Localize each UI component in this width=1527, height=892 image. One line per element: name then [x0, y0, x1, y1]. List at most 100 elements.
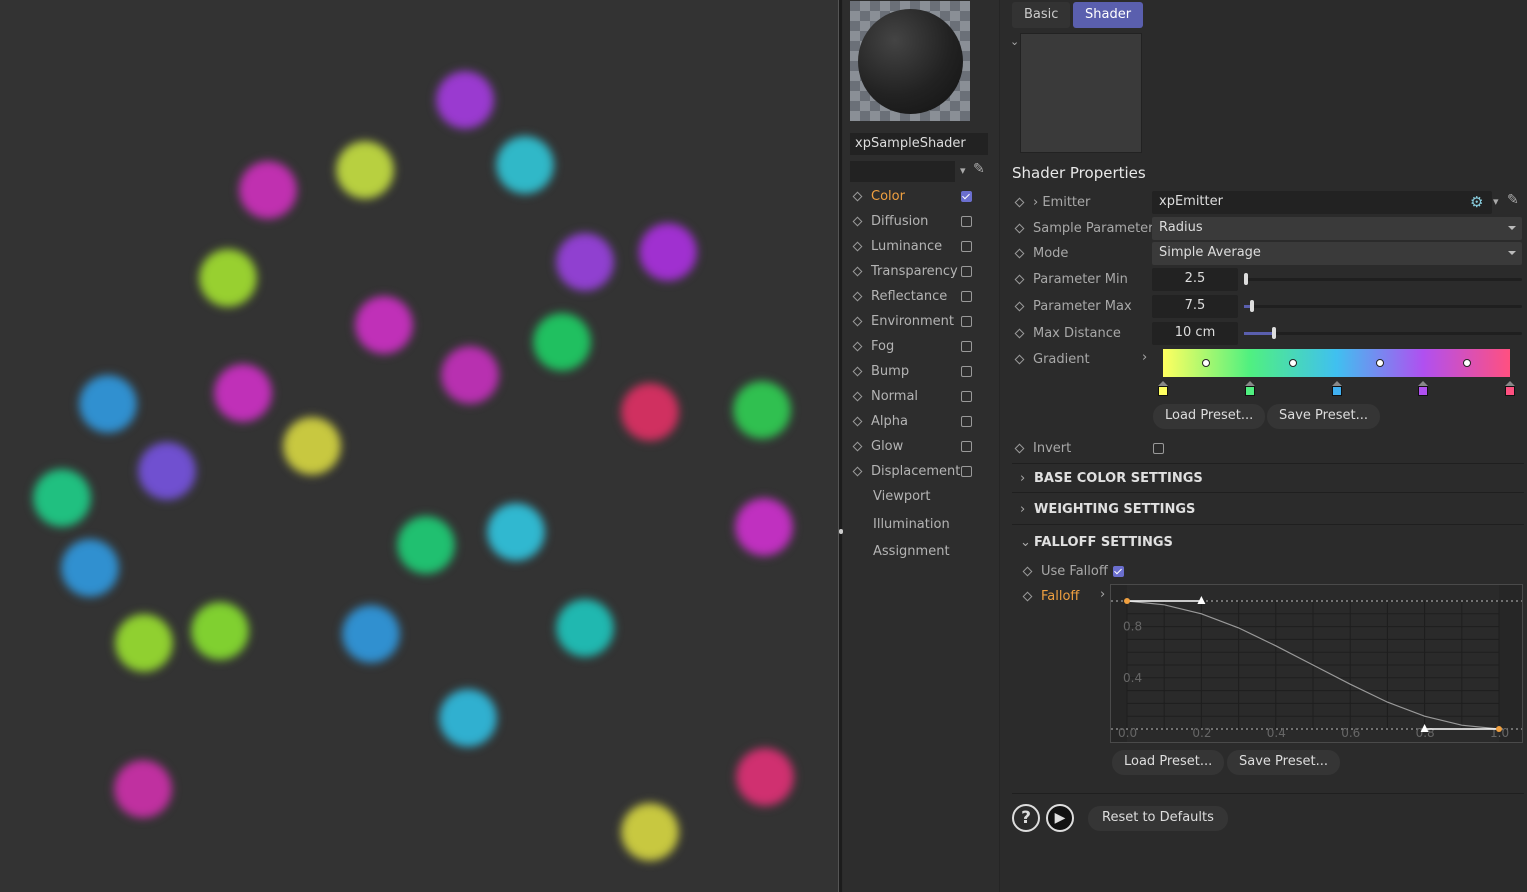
channel-label[interactable]: Displacement: [871, 464, 961, 479]
keyframe-diamond-icon[interactable]: [853, 442, 863, 452]
channel-bump[interactable]: Bump: [843, 359, 1000, 384]
reset-to-defaults-button[interactable]: Reset to Defaults: [1088, 806, 1228, 831]
keyframe-diamond-icon[interactable]: [853, 392, 863, 402]
eyedropper-icon[interactable]: ✎: [1507, 192, 1519, 208]
falloff-spline-editor[interactable]: 0.00.20.40.60.81.00.40.8: [1110, 584, 1523, 743]
channel-checkbox[interactable]: [961, 216, 972, 227]
keyframe-diamond-icon[interactable]: [1015, 197, 1025, 207]
gradient-midpoint-handle[interactable]: [1202, 359, 1210, 367]
keyframe-diamond-icon[interactable]: [853, 342, 863, 352]
channel-checkbox[interactable]: [961, 441, 972, 452]
keyframe-diamond-icon[interactable]: [853, 467, 863, 477]
weighting-settings-header[interactable]: ›WEIGHTING SETTINGS: [1012, 495, 1524, 525]
use-falloff-checkbox[interactable]: [1113, 566, 1124, 577]
keyframe-diamond-icon[interactable]: [1015, 274, 1025, 284]
gradient-knot[interactable]: [1245, 381, 1255, 395]
keyframe-diamond-icon[interactable]: [853, 192, 863, 202]
channel-glow[interactable]: Glow: [843, 434, 1000, 459]
channel-checkbox[interactable]: [961, 366, 972, 377]
keyframe-diamond-icon[interactable]: [1023, 566, 1033, 576]
keyframe-diamond-icon[interactable]: [1015, 301, 1025, 311]
keyframe-diamond-icon[interactable]: [853, 242, 863, 252]
panel-splitter[interactable]: [838, 0, 842, 892]
keyframe-diamond-icon[interactable]: [853, 292, 863, 302]
max-distance-input[interactable]: 10 cm: [1152, 322, 1238, 345]
channel-label[interactable]: Reflectance: [871, 289, 961, 304]
channel-environment[interactable]: Environment: [843, 309, 1000, 334]
keyframe-diamond-icon[interactable]: [853, 217, 863, 227]
falloff-load-preset-button[interactable]: Load Preset...: [1112, 750, 1224, 775]
channel-label[interactable]: Fog: [871, 339, 961, 354]
falloff-save-preset-button[interactable]: Save Preset...: [1227, 750, 1340, 775]
falloff-curve-chart[interactable]: 0.00.20.40.60.81.00.40.8: [1111, 585, 1522, 742]
channel-luminance[interactable]: Luminance: [843, 234, 1000, 259]
channel-checkbox[interactable]: [961, 241, 972, 252]
gradient-knot[interactable]: [1332, 381, 1342, 395]
sample-parameter-dropdown[interactable]: Radius: [1152, 217, 1522, 240]
channel-color[interactable]: Color: [843, 184, 1000, 209]
channel-alpha[interactable]: Alpha: [843, 409, 1000, 434]
gradient-bar[interactable]: [1163, 349, 1510, 377]
parameter-min-slider[interactable]: [1244, 278, 1522, 281]
keyframe-diamond-icon[interactable]: [853, 367, 863, 377]
keyframe-diamond-icon[interactable]: [1015, 443, 1025, 453]
slider-handle[interactable]: [1272, 327, 1276, 339]
chevron-down-icon[interactable]: ⌄: [1010, 35, 1019, 48]
channel-label[interactable]: Alpha: [871, 414, 961, 429]
material-name-field[interactable]: xpSampleShader: [850, 133, 988, 155]
max-distance-slider[interactable]: [1244, 332, 1522, 335]
eyedropper-icon[interactable]: ✎: [973, 161, 985, 177]
dropdown-arrow-icon[interactable]: ▾: [960, 164, 966, 177]
channel-label[interactable]: Normal: [871, 389, 961, 404]
video-tutorial-icon[interactable]: ▶: [1046, 804, 1074, 832]
tab-basic[interactable]: Basic: [1012, 2, 1070, 28]
parameter-max-slider[interactable]: [1244, 305, 1522, 308]
material-preview[interactable]: [850, 1, 970, 121]
channel-reflectance[interactable]: Reflectance: [843, 284, 1000, 309]
parameter-max-input[interactable]: 7.5: [1152, 295, 1238, 318]
channel-label[interactable]: Luminance: [871, 239, 961, 254]
invert-checkbox[interactable]: [1153, 443, 1164, 454]
channel-fog[interactable]: Fog: [843, 334, 1000, 359]
keyframe-diamond-icon[interactable]: [1015, 354, 1025, 364]
dropdown-arrow-icon[interactable]: ▾: [1493, 195, 1499, 208]
keyframe-diamond-icon[interactable]: [853, 417, 863, 427]
channel-normal[interactable]: Normal: [843, 384, 1000, 409]
channel-displacement[interactable]: Displacement: [843, 459, 1000, 484]
mode-dropdown[interactable]: Simple Average: [1152, 242, 1522, 265]
channel-checkbox[interactable]: [961, 291, 972, 302]
channel-transparency[interactable]: Transparency: [843, 259, 1000, 284]
parameter-min-input[interactable]: 2.5: [1152, 268, 1238, 291]
gradient-load-preset-button[interactable]: Load Preset...: [1153, 404, 1265, 429]
chevron-right-icon[interactable]: ›: [1142, 350, 1147, 365]
tab-illumination[interactable]: Illumination: [873, 517, 950, 532]
channel-label[interactable]: Diffusion: [871, 214, 961, 229]
channel-label[interactable]: Bump: [871, 364, 961, 379]
channel-label[interactable]: Environment: [871, 314, 961, 329]
channel-checkbox[interactable]: [961, 391, 972, 402]
keyframe-diamond-icon[interactable]: [1023, 591, 1033, 601]
channel-label[interactable]: Glow: [871, 439, 961, 454]
emitter-link-field[interactable]: xpEmitter: [1152, 191, 1492, 214]
slider-handle[interactable]: [1244, 273, 1248, 285]
falloff-settings-header[interactable]: ⌄FALLOFF SETTINGS: [1012, 527, 1524, 557]
gradient-knot[interactable]: [1505, 381, 1515, 395]
base-color-settings-header[interactable]: ›BASE COLOR SETTINGS: [1012, 463, 1524, 493]
gradient-midpoint-handle[interactable]: [1463, 359, 1471, 367]
channel-checkbox[interactable]: [961, 316, 972, 327]
channel-checkbox[interactable]: [961, 341, 972, 352]
channel-checkbox[interactable]: [961, 191, 972, 202]
keyframe-diamond-icon[interactable]: [1015, 328, 1025, 338]
slider-handle[interactable]: [1250, 300, 1254, 312]
tab-viewport[interactable]: Viewport: [873, 489, 931, 504]
gradient-midpoint-handle[interactable]: [1376, 359, 1384, 367]
tab-shader[interactable]: Shader: [1073, 2, 1143, 28]
chevron-right-icon[interactable]: ›: [1033, 195, 1038, 210]
material-link-field[interactable]: [850, 161, 955, 182]
keyframe-diamond-icon[interactable]: [1015, 223, 1025, 233]
gradient-save-preset-button[interactable]: Save Preset...: [1267, 404, 1380, 429]
keyframe-diamond-icon[interactable]: [1015, 248, 1025, 258]
channel-label[interactable]: Color: [871, 189, 961, 204]
keyframe-diamond-icon[interactable]: [853, 267, 863, 277]
channel-checkbox[interactable]: [961, 416, 972, 427]
